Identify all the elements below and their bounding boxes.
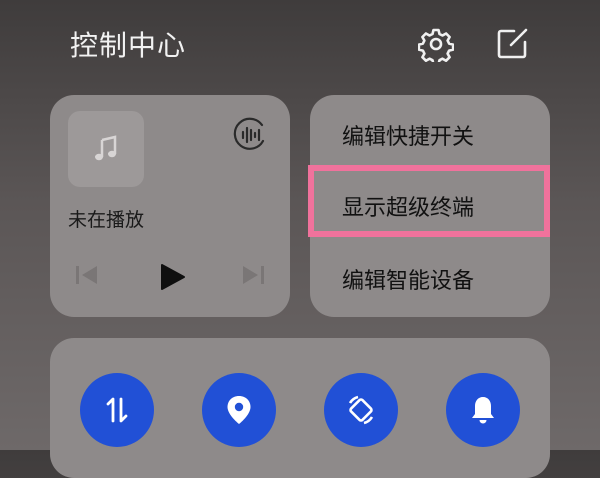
data-transfer-toggle[interactable] <box>80 373 154 447</box>
notification-toggle[interactable] <box>446 373 520 447</box>
media-card[interactable]: 未在播放 <box>50 95 290 317</box>
screen-rotation-toggle[interactable] <box>324 373 398 447</box>
previous-icon[interactable] <box>74 263 100 287</box>
page-title: 控制中心 <box>70 29 187 62</box>
music-note-icon <box>95 135 117 161</box>
play-icon[interactable] <box>158 263 186 291</box>
screen-rotation-icon <box>348 395 374 425</box>
bell-icon <box>472 397 494 424</box>
location-pin-icon <box>227 396 251 424</box>
edit-square-icon[interactable] <box>494 26 530 62</box>
location-toggle[interactable] <box>202 373 276 447</box>
next-icon[interactable] <box>240 263 266 287</box>
menu-item-edit-shortcuts[interactable]: 编辑快捷开关 <box>310 115 550 155</box>
sound-wave-icon[interactable] <box>232 117 268 153</box>
now-playing-status: 未在播放 <box>68 209 145 231</box>
gear-icon[interactable] <box>418 26 454 62</box>
context-menu: 编辑快捷开关 显示超级终端 编辑智能设备 <box>310 95 550 317</box>
data-transfer-icon <box>106 397 128 423</box>
menu-item-show-super-terminal[interactable]: 显示超级终端 <box>310 186 550 226</box>
quick-toggles-card <box>50 338 550 478</box>
album-art <box>68 111 144 187</box>
menu-item-edit-smart-devices[interactable]: 编辑智能设备 <box>310 259 550 299</box>
